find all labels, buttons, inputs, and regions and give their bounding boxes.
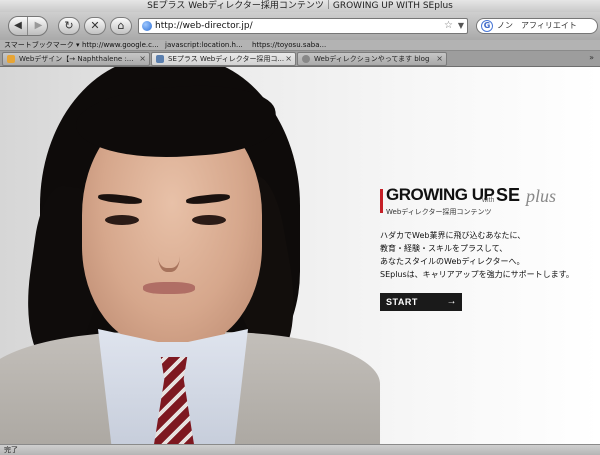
forward-arrow-icon[interactable]: ▶ [29,17,48,35]
bookmark-google[interactable]: http://www.google.c... [82,40,159,50]
close-icon[interactable]: × [285,53,292,65]
stop-icon[interactable]: ✕ [84,17,106,35]
logo-subtitle: Webディレクター採用コンテンツ [386,208,492,216]
logo-main-text: GROWING UP [386,185,495,204]
tab-label: Webデザイン【→ Naphthalene :... [19,55,134,63]
hero-line: あなたスタイルのWebディレクターへ。 [380,257,525,266]
globe-icon [142,21,152,31]
arrow-right-icon: → [446,296,457,307]
close-icon[interactable]: × [436,53,443,65]
search-input[interactable]: G ノン アフィリエイト [476,18,598,34]
back-arrow-icon[interactable]: ◀ [9,17,28,35]
logo-with-text: with [482,197,495,204]
favicon-icon [302,55,310,63]
tab-naphthalene[interactable]: Webデザイン【→ Naphthalene :... × [2,52,150,66]
page-content: GROWING UP with SE plus Webディレクター採用コンテンツ… [0,67,600,444]
hero-copy: ハダカでWeb業界に飛び込むあなたに、 教育・経験・スキルをプラスして、 あなた… [380,229,574,281]
nav-buttons: ◀ ▶ [8,16,48,36]
bookmark-toyosu[interactable]: https://toyosu.saba... [252,40,326,50]
hero-line: SEplusは、キャリアアップを強力にサポートします。 [380,270,574,279]
tab-bar: Webデザイン【→ Naphthalene :... × SEプラス Webディ… [0,51,600,67]
start-label: START [386,297,418,307]
home-icon[interactable]: ⌂ [110,17,132,35]
status-bar: 完了 [0,444,600,455]
bookmark-star-icon[interactable]: ☆ [444,19,453,33]
logo-se-text: SE [496,185,521,205]
tab-seplus[interactable]: SEプラス Webディレクター採用コ... × [151,52,296,66]
logo-plus-text: plus [526,186,557,206]
search-value: ノン アフィリエイト [497,21,577,30]
close-icon[interactable]: × [139,53,146,65]
portrait-eye [192,215,226,225]
url-text: http://web-director.jp/ [155,21,253,31]
portrait-eye [105,215,139,225]
favicon-icon [7,55,15,63]
tab-overflow-icon[interactable]: » [589,53,594,62]
google-icon[interactable]: G [481,20,493,32]
reload-icon[interactable]: ↻ [58,17,80,35]
hero-line: ハダカでWeb業界に飛び込むあなたに、 [380,231,526,240]
portrait-mouth [143,282,195,294]
toolbar: ◀ ▶ ↻ ✕ ⌂ http://web-director.jp/ ☆ ▼ G … [0,12,600,40]
logo-accent-bar [380,189,383,213]
dropdown-icon[interactable]: ▼ [458,19,464,33]
portrait-nose [158,232,180,272]
tab-label: Webディレクションやってます blog [314,55,430,63]
start-button[interactable]: START → [380,293,462,311]
bookmark-smart[interactable]: スマートブックマーク ▾ [4,40,80,50]
tab-label: SEプラス Webディレクター採用コ... [168,55,285,63]
favicon-icon [156,55,164,63]
window-title: SEプラス Webディレクター採用コンテンツ｜GROWING UP WITH S… [0,0,600,12]
url-bar[interactable]: http://web-director.jp/ ☆ ▼ [138,18,468,34]
bookmark-location[interactable]: javascript:location.h... [165,40,243,50]
growing-up-logo: GROWING UP with SE plus Webディレクター採用コンテンツ [380,185,580,219]
hero-line: 教育・経験・スキルをプラスして、 [380,244,508,253]
tab-webdirection[interactable]: Webディレクションやってます blog × [297,52,447,66]
bookmarks-bar: スマートブックマーク ▾ http://www.google.c... java… [0,40,600,51]
